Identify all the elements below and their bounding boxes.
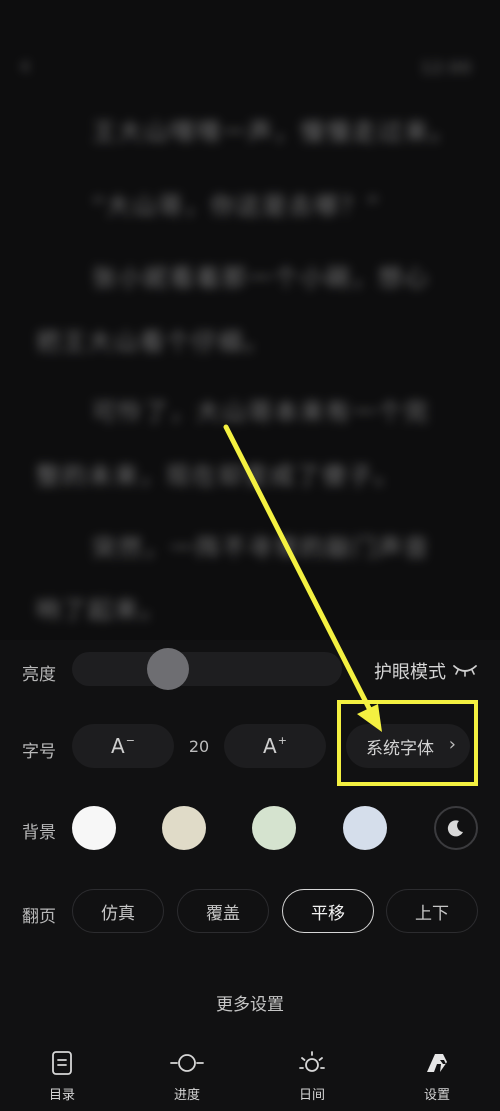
background-swatch-white[interactable]	[72, 806, 116, 850]
reader-line: 王大山嘿嘿一声，慢慢走过来。	[92, 118, 456, 146]
decrease-font-letter: A	[111, 734, 125, 758]
progress-icon	[170, 1054, 204, 1072]
nav-label: 设置	[423, 1088, 450, 1103]
font-size-value: 20	[188, 737, 210, 756]
more-settings-link[interactable]: 更多设置	[0, 990, 500, 1015]
background-swatch-blue[interactable]	[343, 806, 387, 850]
page-turn-option-vertical[interactable]: 上下	[386, 889, 478, 933]
nav-item-catalog[interactable]: 目录	[27, 1050, 97, 1106]
reader-line: 可怜了，大山哥本来有一个完	[92, 398, 430, 426]
reader-page[interactable]: ‹ 12:00 王大山嘿嘿一声，慢慢走过来。 “大山哥，你这是去哪？” 张小妮看…	[0, 0, 500, 640]
eye-mode-button[interactable]: 护眼模式	[374, 658, 446, 684]
annotation-highlight-box	[337, 700, 478, 786]
background-swatch-beige[interactable]	[162, 806, 206, 850]
reader-screen: ‹ 12:00 王大山嘿嘿一声，慢慢走过来。 “大山哥，你这是去哪？” 张小妮看…	[0, 0, 500, 1111]
decrease-font-button[interactable]: A −	[72, 724, 174, 768]
closed-eye-icon[interactable]	[452, 660, 478, 680]
nav-label: 进度	[173, 1088, 200, 1103]
nav-item-day-mode[interactable]: 日间	[277, 1050, 347, 1106]
reader-line: “大山哥，你这是去哪？”	[92, 192, 381, 220]
page-turn-option-cover[interactable]: 覆盖	[177, 889, 269, 933]
brightness-label: 亮度	[22, 665, 56, 685]
reader-line: 把王大山看个仔细。	[36, 328, 270, 356]
chevron-left-icon[interactable]: ‹	[20, 52, 40, 80]
increase-font-button[interactable]: A +	[224, 724, 326, 768]
reader-line: 突然，一阵不寻常的敲门声音	[92, 534, 430, 562]
minus-icon: −	[125, 733, 135, 747]
page-turn-option-slide[interactable]: 平移	[282, 889, 374, 933]
nav-item-progress[interactable]: 进度	[152, 1050, 222, 1106]
reader-line: 响了起来。	[36, 596, 166, 624]
page-turn-option-simulation[interactable]: 仿真	[72, 889, 164, 933]
page-turn-label: 翻页	[22, 907, 56, 927]
brightness-slider-knob[interactable]	[147, 648, 190, 690]
reader-line: 整的未来，现在却变成了傻子。	[36, 462, 400, 490]
reader-clock: 12:00	[420, 58, 472, 77]
brightness-slider[interactable]	[72, 652, 342, 686]
moon-icon	[447, 820, 463, 837]
nav-label: 目录	[48, 1088, 75, 1103]
reader-line: 张小妮看着那一个小碗，想心	[92, 264, 430, 292]
night-mode-button[interactable]	[434, 806, 478, 850]
nav-label: 日间	[298, 1088, 325, 1103]
background-swatch-green[interactable]	[252, 806, 296, 850]
font-size-label: 字号	[22, 742, 56, 762]
background-label: 背景	[22, 823, 56, 843]
catalog-icon	[52, 1051, 72, 1075]
nav-item-settings[interactable]: 设置	[402, 1050, 472, 1106]
increase-font-letter: A	[263, 734, 277, 758]
reader-content: ‹ 12:00 王大山嘿嘿一声，慢慢走过来。 “大山哥，你这是去哪？” 张小妮看…	[0, 0, 500, 640]
settings-icon	[427, 1054, 447, 1072]
sun-icon	[299, 1051, 325, 1072]
plus-icon: +	[277, 733, 287, 747]
